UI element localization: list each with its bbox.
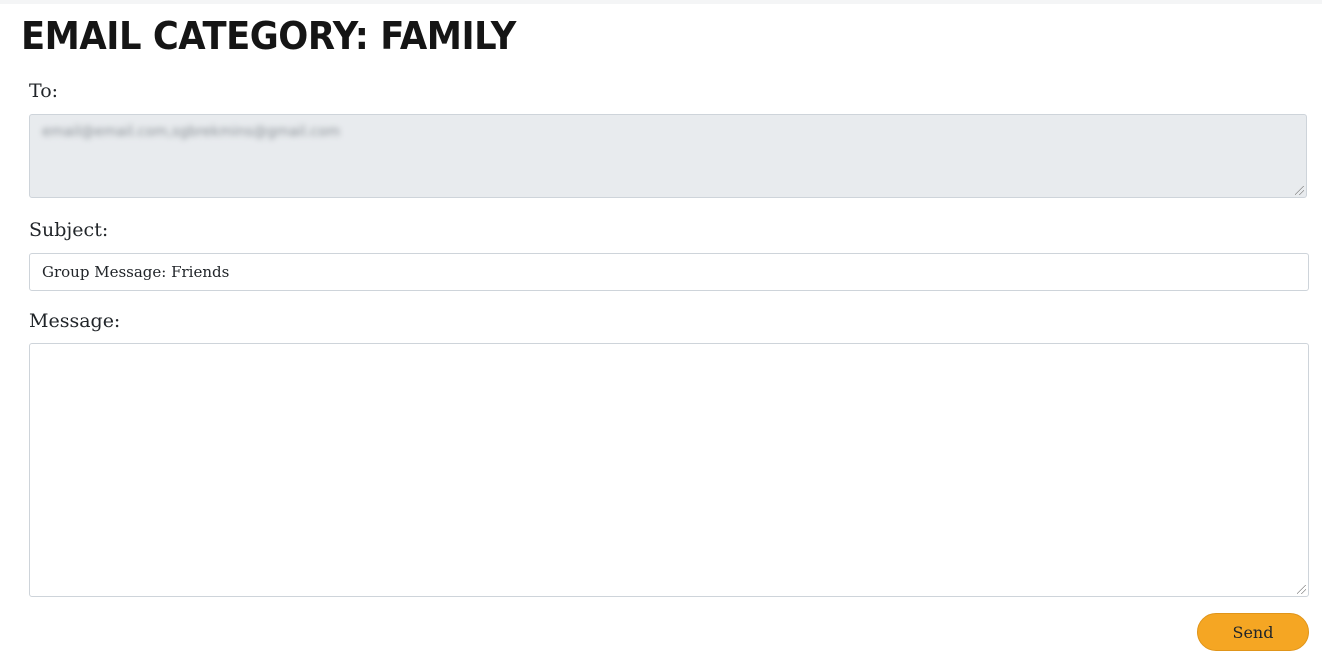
to-recipients-field[interactable]: email@email.com,sgbrekmins@gmail.com — [29, 114, 1307, 198]
message-textarea[interactable] — [29, 343, 1309, 597]
resize-handle-icon[interactable] — [1295, 186, 1304, 195]
message-label: Message: — [29, 310, 121, 332]
resize-handle-icon[interactable] — [1297, 585, 1306, 594]
page-title: EMAIL CATEGORY: FAMILY — [21, 14, 516, 58]
top-divider — [0, 0, 1322, 4]
send-button[interactable]: Send — [1197, 613, 1309, 651]
to-label: To: — [29, 80, 59, 102]
subject-input[interactable] — [29, 253, 1309, 291]
to-recipients-value: email@email.com,sgbrekmins@gmail.com — [42, 124, 341, 140]
subject-label: Subject: — [29, 219, 109, 241]
